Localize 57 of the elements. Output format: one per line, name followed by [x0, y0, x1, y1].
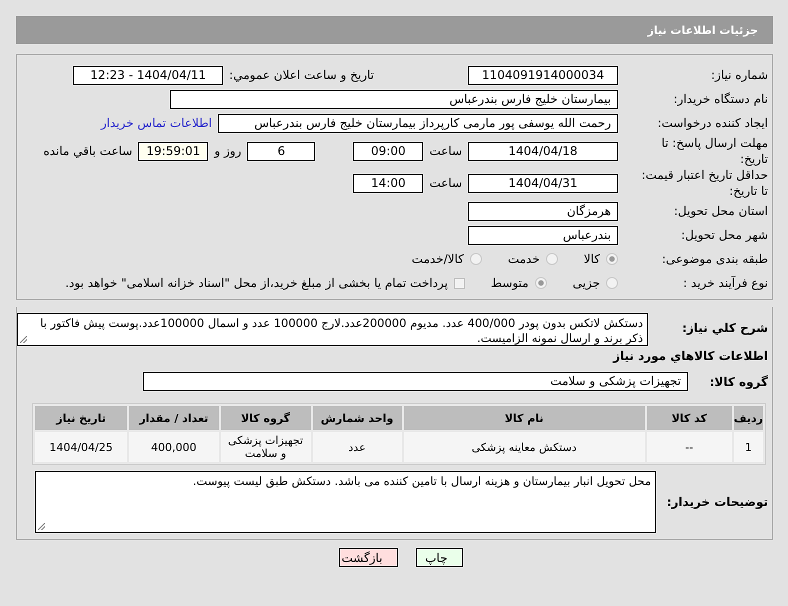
goods-group-field: تجهیزات پزشکی و سلامت: [143, 372, 688, 391]
field-label: نام دستگاه خریدار:: [672, 91, 769, 107]
field-label: تاریخ و ساعت اعلان عمومي:: [229, 68, 374, 82]
field-label: ساعت باقي مانده: [43, 144, 132, 158]
description-textarea[interactable]: دستکش لاتکس بدون پودر 400/000 عدد. مدیوم 200000عدد.لارج 100000 عدد و اسمال 100000عدد.پوست پیش فاکتور با ذکر برند و ارسال نمونه الزامیست.: [17, 313, 648, 346]
field-label: طبقه بندی موضوعی:: [660, 251, 769, 267]
column-header: ردیف: [734, 406, 763, 430]
date-field: 1404/04/31: [468, 174, 618, 192]
field-label: مهلت ارسال پاسخ: تا تاریخ:: [660, 135, 769, 167]
table-cell: 400,000: [129, 432, 218, 462]
field-label: ایجاد کننده درخواست:: [656, 115, 769, 131]
radio-option[interactable]: جزیی: [572, 276, 618, 290]
action-button[interactable]: بازگشت: [338, 548, 398, 567]
time-field: 14:00: [353, 174, 424, 192]
field-label: استان محل تحویل:: [672, 203, 769, 219]
contact-link[interactable]: اطلاعات تماس خریدار: [100, 116, 212, 130]
field-label: روز و: [214, 144, 242, 158]
column-header: تاریخ نیاز: [35, 406, 128, 430]
field-label: شماره نیاز:: [710, 67, 769, 83]
action-button[interactable]: چاپ: [416, 548, 462, 567]
field-label: شهر محل تحویل:: [680, 227, 769, 243]
column-header: نام کالا: [404, 406, 645, 430]
time-field: 09:00: [353, 142, 424, 160]
column-header: کد کالا: [646, 406, 732, 430]
announce-date-field: 1404/04/11 - 12:23: [73, 66, 224, 84]
column-header: واحد شمارش: [312, 406, 402, 430]
countdown-field: 19:59:01: [138, 142, 208, 160]
table-cell: 1: [734, 432, 763, 462]
buyer-org-field: بیمارستان خلیج فارس بندرعباس: [170, 90, 618, 108]
table-cell: --: [646, 432, 732, 462]
section-title: اطلاعات کالاهاي مورد نیاز: [612, 349, 768, 363]
radio-option[interactable]: خدمت: [508, 252, 558, 266]
field-label: حداقل تاریخ اعتبار قیمت: تا تاریخ:: [640, 167, 769, 199]
field-label: ساعت: [429, 144, 462, 158]
requester-field: رحمت الله یوسفی پور مارمی کارپرداز بیمارستان خلیج فارس بندرعباس: [218, 114, 618, 132]
field-label: نوع فرآیند خرید :: [682, 275, 769, 291]
field-label: توضیحات خریدار:: [666, 495, 769, 509]
radio-option[interactable]: کالا/خدمت: [412, 252, 482, 266]
table-cell: عدد: [312, 432, 402, 462]
date-field: 1404/04/18: [468, 142, 618, 160]
field-label: ساعت: [429, 176, 462, 190]
table-cell: تجهیزات پزشکی و سلامت: [220, 432, 311, 462]
province-field: هرمزگان: [468, 202, 618, 220]
days-field: 6: [247, 142, 316, 160]
need-number-field: 1104091914000034: [468, 66, 618, 84]
field-label: گروه کالا:: [708, 374, 769, 388]
column-header: تعداد / مقدار: [129, 406, 218, 430]
table-cell: 1404/04/25: [35, 432, 128, 462]
city-field: بندرعباس: [468, 226, 618, 244]
buyer-notes-textarea[interactable]: محل تحویل انبار بیمارستان و هزینه ارسال با تامین کننده می باشد. دستکش طبق لیست پیوست.: [35, 471, 656, 533]
radio-option[interactable]: متوسط: [490, 276, 547, 290]
column-header: گروه کالا: [220, 406, 311, 430]
table-cell: دستکش معاینه پزشکی: [404, 432, 645, 462]
radio-option[interactable]: کالا: [584, 252, 618, 266]
treasury-checkbox-option[interactable]: پرداخت تمام یا بخشی از مبلغ خرید،از محل "اسناد خزانه اسلامی" خواهد بود.: [65, 276, 465, 290]
page-title: جزئیات اطلاعات نیاز: [648, 24, 758, 36]
field-label: شرح کلي نیاز:: [681, 320, 769, 335]
